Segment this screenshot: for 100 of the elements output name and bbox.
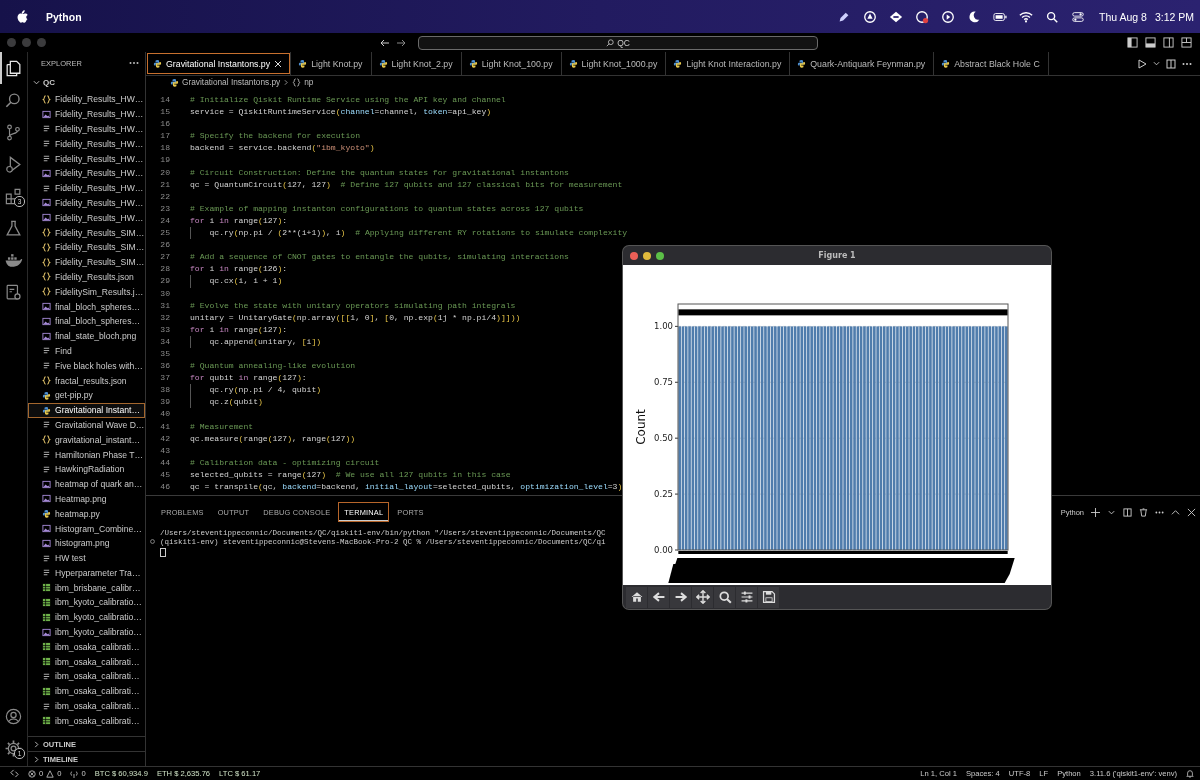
file-item[interactable]: heatmap.py [28,506,145,522]
pan-button[interactable] [692,586,713,608]
run-icon[interactable] [1137,58,1147,69]
file-item[interactable]: final_state_bloch.png [28,328,145,344]
more-icon[interactable] [129,61,139,65]
split-editor-icon[interactable] [1166,58,1176,69]
command-center-search[interactable]: QC [418,35,818,50]
forward-arrow-icon[interactable] [396,37,406,48]
file-item[interactable]: ibm_osaka_calibrati… [28,713,145,729]
file-item[interactable]: Fidelity_Results_HW… [28,92,145,107]
file-item[interactable]: Histogram_Combine… [28,521,145,536]
triangle-circle-icon[interactable] [863,9,877,24]
back-arrow-icon[interactable] [380,37,390,48]
secondary-sidebar-icon[interactable] [1163,37,1174,48]
split-terminal-icon[interactable] [1123,507,1132,517]
forward-button[interactable] [670,586,691,608]
file-item[interactable]: FidelitySim_Results.j… [28,284,145,300]
wifi-icon[interactable] [1019,9,1033,24]
folder-header[interactable]: QC [28,74,145,90]
file-item[interactable]: Fidelity_Results_HW… [28,210,145,226]
plus-icon[interactable] [1091,507,1100,517]
file-item[interactable]: Fidelity_Results_HW… [28,121,145,137]
control-center-icon[interactable] [1071,9,1085,24]
back-button[interactable] [648,586,669,608]
file-item[interactable]: heatmap of quark an… [28,476,145,492]
file-item[interactable]: gravitational_instant… [28,432,145,448]
caret-icon[interactable] [1153,60,1160,67]
editor-tab[interactable]: Light Knot.py [291,52,372,75]
panel-toggle-icon[interactable] [1145,37,1156,48]
file-item[interactable]: fractal_results.json [28,373,145,388]
file-item[interactable]: ibm_osaka_calibrati… [28,683,145,699]
branch-icon[interactable] [4,122,23,142]
app-name[interactable]: Python [46,10,82,23]
file-item[interactable]: Five black holes with… [28,358,145,374]
editor-tab[interactable]: Light Knot_2.py [371,52,462,75]
file-item[interactable]: ibm_osaka_calibrati… [28,698,145,714]
file-item[interactable]: ibm_kyoto_calibratio… [28,595,145,610]
breadcrumb-item[interactable]: np [304,77,314,87]
home-button[interactable] [626,586,647,608]
flask-icon[interactable] [4,218,23,238]
file-item[interactable]: Gravitational Instant… [28,402,145,418]
zoom-button[interactable] [656,251,664,260]
file-item[interactable]: ibm_kyoto_calibratio… [28,624,145,640]
file-item[interactable]: Fidelity_Results_HW… [28,136,145,152]
close-button[interactable] [630,251,638,260]
document-gear-icon[interactable] [4,282,23,302]
file-item[interactable]: ibm_osaka_calibrati… [28,669,145,684]
sidebar-toggle-icon[interactable] [1127,37,1138,48]
diamond-icon[interactable] [889,9,903,24]
remote-icon[interactable] [10,769,19,778]
run-debug-icon[interactable] [4,154,23,174]
editor-tab[interactable]: Abstract Black Hole C [934,52,1049,75]
logo-icon[interactable] [16,10,28,23]
save-button[interactable] [758,586,779,608]
bell-icon[interactable] [1186,769,1194,778]
play-circle-icon[interactable] [941,9,955,24]
file-item[interactable]: Fidelity_Results_HW… [28,180,145,196]
file-item[interactable]: ibm_brisbane_calibr… [28,580,145,596]
zoom-button[interactable] [714,586,735,608]
file-item[interactable]: Gravitational Wave D… [28,417,145,433]
file-item[interactable]: ibm_osaka_calibrati… [28,654,145,670]
minimize-button[interactable] [643,251,651,260]
file-item[interactable]: Fidelity_Results_SIM… [28,254,145,270]
file-item[interactable]: HawkingRadiation [28,461,145,477]
editor-tab[interactable]: Light Knot Interaction.py [666,52,791,75]
file-item[interactable]: HW test [28,550,145,566]
trash-icon[interactable] [1139,507,1148,517]
configure-button[interactable] [736,586,757,608]
file-item[interactable]: Fidelity_Results_HW… [28,151,145,166]
file-item[interactable]: histogram.png [28,535,145,551]
search-icon[interactable] [1045,9,1059,24]
time-text[interactable]: 3:12 PM [1154,10,1194,23]
file-item[interactable]: get-pip.py [28,387,145,403]
more-icon[interactable] [1182,61,1192,66]
date-text[interactable]: Thu Aug 8 [1099,10,1147,23]
layout-icon[interactable] [1181,37,1192,48]
moon-icon[interactable] [967,9,981,24]
file-item[interactable]: final_bloch_spheres… [28,313,145,329]
editor-tab[interactable]: Quark-Antiquark Feynman.py [790,52,935,75]
close-icon[interactable] [1187,507,1196,517]
breadcrumb-item[interactable]: Gravitational Instantons.py [182,77,281,87]
file-item[interactable]: Hamiltonian Phase T… [28,447,145,462]
files-icon[interactable] [4,58,23,78]
file-item[interactable]: Heatmap.png [28,491,145,507]
file-item[interactable]: Fidelity_Results_HW… [28,166,145,181]
file-item[interactable]: Fidelity_Results_SIM… [28,239,145,255]
file-item[interactable]: Find [28,343,145,359]
settings-icon[interactable] [4,738,23,758]
file-item[interactable]: Fidelity_Results_SIM… [28,225,145,240]
file-item[interactable]: ibm_osaka_calibrati… [28,639,145,655]
file-item[interactable]: Hyperparameter Tra… [28,565,145,581]
editor-tab[interactable]: Gravitational Instantons.py [146,52,292,75]
file-item[interactable]: ibm_kyoto_calibratio… [28,609,145,625]
account-icon[interactable] [4,706,23,726]
close-icon[interactable] [274,59,283,68]
file-item[interactable]: Fidelity_Results_HW… [28,106,145,122]
editor-tab[interactable]: Light Knot_1000.py [561,52,667,75]
editor-tab[interactable]: Light Knot_100.py [461,52,562,75]
extensions-icon[interactable] [4,186,23,206]
file-item[interactable]: Fidelity_Results.json [28,269,145,285]
